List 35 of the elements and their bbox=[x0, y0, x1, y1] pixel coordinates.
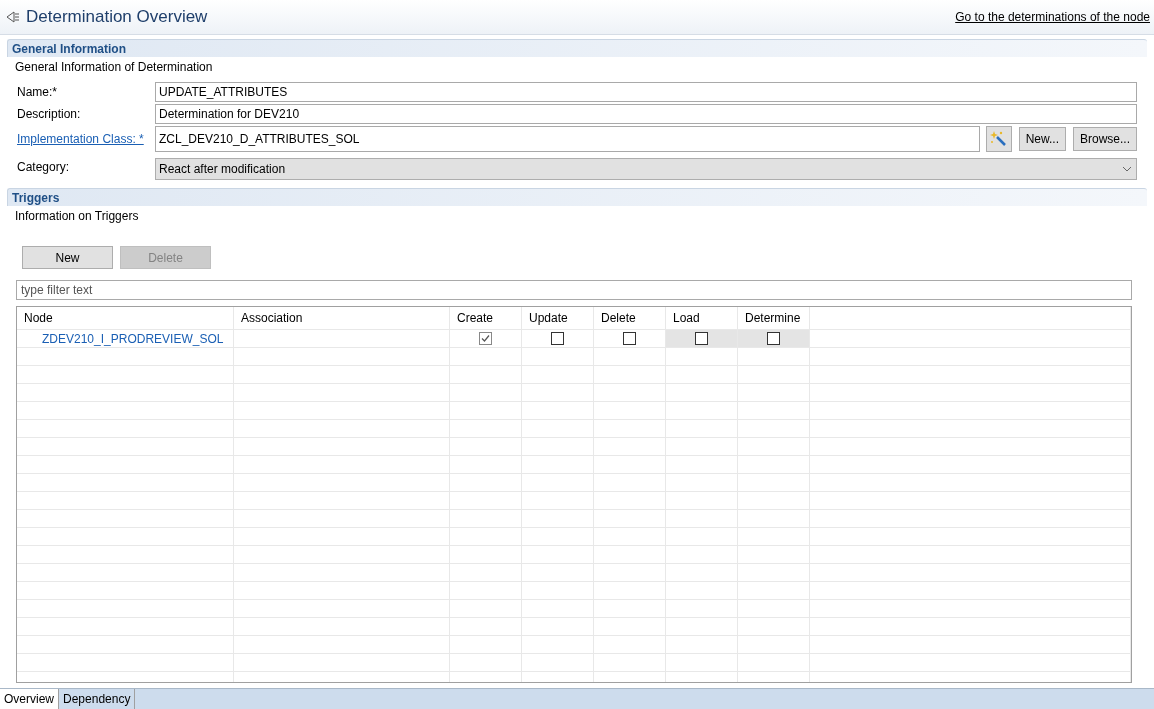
text-field[interactable]: Determination for DEV210 bbox=[155, 104, 1137, 124]
column-header[interactable]: Determine bbox=[738, 307, 810, 329]
section-subtitle: General Information of Determination bbox=[14, 59, 214, 76]
checkbox[interactable] bbox=[551, 332, 564, 345]
column-header[interactable]: Delete bbox=[594, 307, 666, 329]
column-header[interactable]: Load bbox=[666, 307, 738, 329]
chevron-down-icon bbox=[1122, 166, 1132, 172]
field-label: Name:* bbox=[17, 85, 58, 99]
wizard-button[interactable] bbox=[985, 126, 1012, 152]
editor-tab[interactable]: Overview bbox=[0, 689, 59, 709]
determinations-link[interactable]: Go to the determinations of the node bbox=[955, 10, 1150, 24]
class-field[interactable]: ZCL_DEV210_D_ATTRIBUTES_SOL bbox=[155, 126, 980, 152]
back-arrow-icon[interactable] bbox=[6, 11, 20, 23]
node-cell[interactable]: ZDEV210_I_PRODREVIEW_SOL bbox=[17, 330, 234, 347]
action-button[interactable]: Browse... bbox=[1073, 127, 1137, 151]
action-button[interactable]: New... bbox=[1018, 127, 1066, 151]
section-header: General Information bbox=[7, 39, 1147, 57]
checkbox[interactable] bbox=[479, 332, 492, 345]
field-label: Category: bbox=[17, 160, 71, 174]
checkbox[interactable] bbox=[623, 332, 636, 345]
column-header[interactable]: Node bbox=[17, 307, 234, 329]
section-header: Triggers bbox=[7, 188, 1147, 206]
magic-wand-icon bbox=[989, 130, 1008, 148]
column-header[interactable]: Update bbox=[522, 307, 594, 329]
section-subtitle: Information on Triggers bbox=[14, 208, 140, 225]
trigger-button[interactable]: New bbox=[22, 246, 113, 269]
column-header[interactable]: Association bbox=[234, 307, 450, 329]
text-field[interactable]: UPDATE_ATTRIBUTES bbox=[155, 82, 1137, 102]
filter-field[interactable]: type filter text bbox=[16, 280, 1132, 300]
column-header[interactable]: Create bbox=[450, 307, 522, 329]
page-title: Determination Overview bbox=[26, 7, 209, 27]
field-label: Description: bbox=[17, 107, 82, 121]
editor-tab[interactable]: Dependency bbox=[59, 689, 136, 709]
category-dropdown[interactable]: React after modification bbox=[155, 158, 1137, 180]
implementation-class-link[interactable]: Implementation Class: * bbox=[17, 132, 144, 146]
